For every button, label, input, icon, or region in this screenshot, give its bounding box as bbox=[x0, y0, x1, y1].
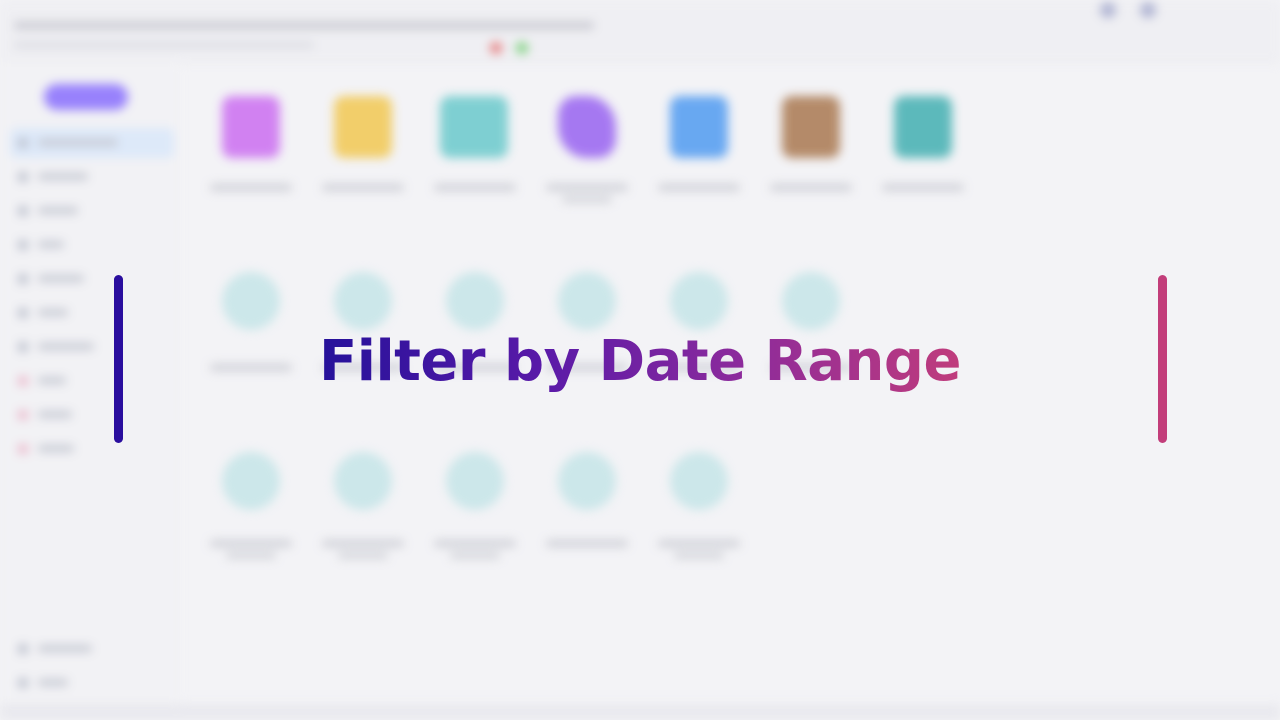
title-text: Filter by Date Range bbox=[319, 329, 961, 394]
video-frame: Filter by Date Range bbox=[0, 0, 1280, 720]
title-card-overlay: Filter by Date Range bbox=[0, 0, 1280, 720]
right-accent-bar bbox=[1158, 275, 1167, 443]
title-heading: Filter by Date Range bbox=[0, 326, 1280, 398]
